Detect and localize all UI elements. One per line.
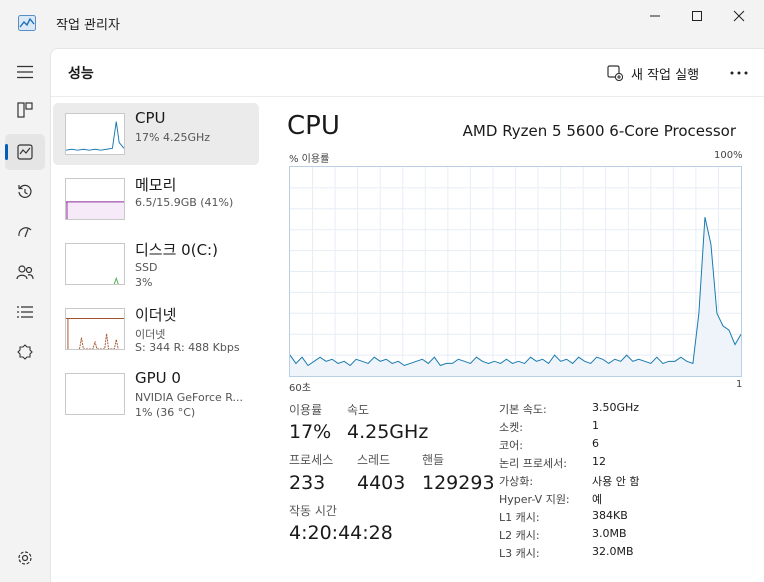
spec-label: 소켓: [499,421,523,434]
device-memory-name: 메모리 [135,176,177,194]
gpu-thumbnail [65,373,125,415]
device-cpu[interactable]: CPU 17% 4.25GHz [53,103,259,165]
spec-value: 384KB [592,509,628,522]
spec-value: 3.0MB [592,527,627,540]
close-button[interactable] [716,0,762,32]
nav-rail [0,48,50,582]
device-list: CPU 17% 4.25GHz 메모리 6.5/15.9GB (41%) 디스크… [53,103,259,428]
minimize-icon [650,15,660,17]
handles-value: 129293 [422,472,495,494]
device-memory-sub: 6.5/15.9GB (41%) [135,196,234,209]
device-disk-name: 디스크 0(C:) [135,241,218,259]
threads-value: 4403 [357,472,406,494]
graph-grid [290,167,741,376]
spec-value: 예 [592,493,603,506]
spec-label: L1 캐시: [499,511,540,524]
window-title: 작업 관리자 [56,18,120,33]
disk-thumbnail [65,243,125,285]
device-cpu-sub: 17% 4.25GHz [135,131,211,144]
users-icon [16,265,34,280]
spec-label: 코어: [499,439,523,452]
device-ethernet-sub2: S: 344 R: 488 Kbps [135,341,240,354]
uptime-label: 작동 시간 [289,504,337,518]
startup-icon [18,227,32,238]
maximize-button[interactable] [674,0,720,32]
spec-label: 가상화: [499,475,534,488]
device-memory[interactable]: 메모리 6.5/15.9GB (41%) [53,168,259,230]
device-gpu[interactable]: GPU 0 NVIDIA GeForce R... 1% (36 °C) [53,363,259,425]
device-gpu-sub1: NVIDIA GeForce R... [135,391,244,404]
graph-label: % 이용률 [289,154,330,165]
processes-value: 233 [289,472,326,494]
device-disk-sub1: SSD [135,261,158,274]
app-icon [18,15,36,31]
processor-model: AMD Ryzen 5 5600 6-Core Processor [462,122,736,140]
more-icon [730,71,748,75]
app-history-icon [18,184,32,198]
graph-end-label: 1 [736,379,743,390]
processes-icon [17,102,33,118]
device-ethernet[interactable]: 이더넷 이더넷 S: 344 R: 488 Kbps [53,298,259,360]
graph-time-label: 60초 [289,383,311,394]
maximize-icon [692,11,702,21]
minimize-button[interactable] [632,0,678,32]
nav-startup[interactable] [5,214,45,250]
device-ethernet-sub1: 이더넷 [135,328,166,341]
uptime-value: 4:20:44:28 [289,522,393,544]
threads-label: 스레드 [357,453,391,467]
more-button[interactable] [727,61,751,85]
device-disk-sub2: 3% [135,276,153,289]
spec-label: Hyper-V 지원: [499,493,570,506]
main-panel: 성능 새 작업 실행 CPU 17% 4.25GHz 메모리 6.5/15.9G… [50,48,764,582]
details-icon [17,306,33,318]
close-icon [733,10,745,22]
spec-value: 3.50GHz [592,401,640,414]
new-task-icon [607,65,623,81]
page-header: 성능 새 작업 실행 [51,49,764,97]
memory-thumbnail [65,178,125,220]
nav-services[interactable] [5,334,45,370]
services-icon [17,344,33,360]
device-gpu-sub2: 1% (36 °C) [135,406,196,419]
speed-value: 4.25GHz [347,421,429,443]
hamburger-button[interactable] [5,54,45,90]
device-ethernet-name: 이더넷 [135,306,177,324]
spec-label: L2 캐시: [499,529,540,542]
hamburger-icon [17,65,33,79]
nav-processes[interactable] [5,92,45,128]
spec-value: 32.0MB [592,545,634,558]
spec-value: 12 [592,455,606,468]
device-gpu-name: GPU 0 [135,369,181,387]
nav-details[interactable] [5,294,45,330]
title-bar: 작업 관리자 [0,0,764,48]
utilization-value: 17% [289,421,332,443]
settings-icon [18,551,32,565]
spec-label: L3 캐시: [499,547,540,560]
page-title: 성능 [68,66,94,82]
spec-value: 1 [592,419,599,432]
nav-performance[interactable] [5,134,45,170]
spec-value: 6 [592,437,599,450]
new-task-label: 새 작업 실행 [631,67,700,83]
device-disk[interactable]: 디스크 0(C:) SSD 3% [53,233,259,295]
cpu-thumbnail [65,113,125,155]
utilization-label: 이용률 [289,403,323,417]
processes-label: 프로세스 [289,453,334,467]
performance-icon [17,144,33,160]
cpu-utilization-graph [289,166,742,377]
nav-users[interactable] [5,254,45,290]
speed-label: 속도 [347,403,370,417]
spec-label: 논리 프로세서: [499,457,567,470]
handles-label: 핸들 [422,453,445,467]
new-task-button[interactable]: 새 작업 실행 [607,60,699,86]
nav-app-history[interactable] [5,174,45,210]
nav-settings[interactable] [5,540,45,576]
detail-title: CPU [287,111,340,141]
device-cpu-name: CPU [135,109,166,127]
spec-label: 기본 속도: [499,403,547,416]
spec-value: 사용 안 함 [592,475,640,488]
graph-max-label: 100% [714,150,743,161]
ethernet-thumbnail [65,308,125,350]
